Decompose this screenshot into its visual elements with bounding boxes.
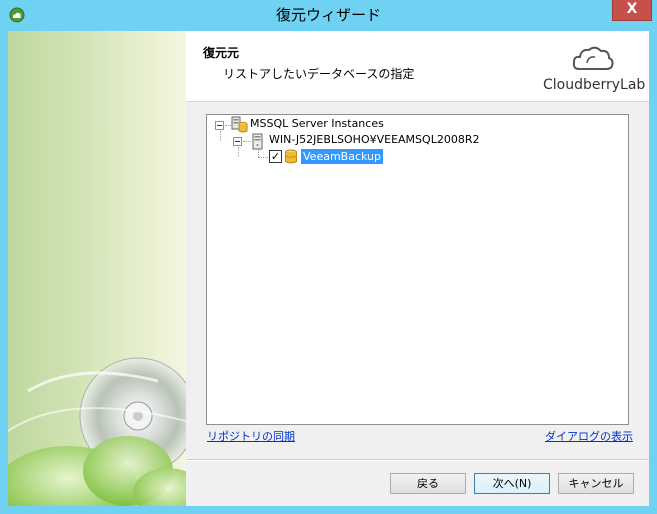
close-button[interactable]: X (612, 0, 652, 21)
server-group-icon (231, 116, 248, 133)
wizard-header: 復元元 リストアしたいデータベースの指定 CloudberryLab (186, 31, 649, 102)
wizard-body: 復元元 リストアしたいデータベースの指定 CloudberryLab MSSQL… (8, 31, 649, 506)
next-button[interactable]: 次へ(N) (474, 473, 550, 494)
sync-repository-link[interactable]: リポジトリの同期 (207, 428, 295, 444)
tree-item-server[interactable]: WIN-J52JEBLSOHO¥VEEAMSQL2008R2 (269, 133, 479, 146)
wizard-window: 復元ウィザード X 復元元 リストアしたいデータベースの指定 Cloudberr… (0, 0, 657, 514)
server-collapse-toggle[interactable] (233, 137, 242, 146)
tree-connector (258, 149, 259, 157)
cloud-logo-icon (572, 46, 614, 70)
tree-item-database[interactable]: VeeamBackup (301, 149, 383, 164)
root-collapse-toggle[interactable] (215, 121, 224, 130)
brand-logo: CloudberryLab (543, 39, 646, 97)
page-subtitle: リストアしたいデータベースの指定 (223, 67, 415, 81)
back-button[interactable]: 戻る (390, 473, 466, 494)
database-tree[interactable]: MSSQL Server Instances WIN-J52JEBLSOHO¥V… (206, 114, 629, 425)
show-dialog-link[interactable]: ダイアログの表示 (545, 428, 633, 444)
tree-item-root[interactable]: MSSQL Server Instances (250, 117, 384, 130)
checkmark-icon: ✓ (270, 150, 281, 163)
tree-connector (238, 147, 239, 157)
tree-connector (243, 141, 251, 142)
database-checkbox[interactable]: ✓ (269, 150, 282, 163)
cancel-button[interactable]: キャンセル (558, 473, 634, 494)
title-bar[interactable]: 復元ウィザード X (0, 0, 657, 31)
disc-icon (8, 357, 186, 506)
footer-divider (186, 459, 649, 461)
logo-text: CloudberryLab (543, 77, 646, 93)
window-title: 復元ウィザード (275, 6, 381, 24)
tree-connector (220, 131, 221, 141)
sidebar-art (8, 31, 186, 506)
close-icon: X (626, 1, 638, 17)
database-icon (285, 149, 297, 164)
page-title: 復元元 (203, 46, 240, 60)
